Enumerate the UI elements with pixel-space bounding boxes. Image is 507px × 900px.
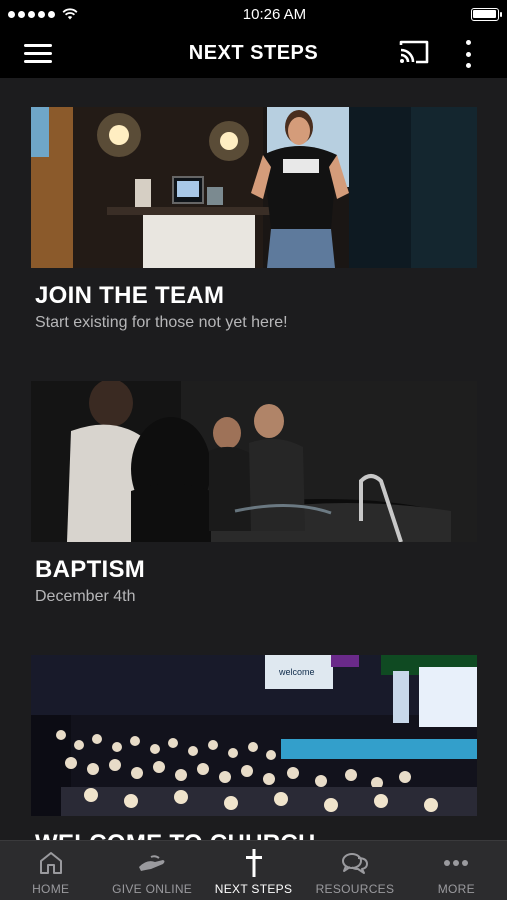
give-hand-icon: [139, 855, 165, 871]
card-title: JOIN THE TEAM: [35, 282, 225, 309]
wifi-icon: [62, 8, 78, 20]
baptism-photo: [31, 381, 477, 542]
page-title: NEXT STEPS: [188, 41, 319, 64]
tab-label: NEXT STEPS: [214, 882, 293, 896]
tab-label: MORE: [437, 882, 475, 896]
status-bar: 10:26 AM: [0, 0, 507, 28]
tab-next-steps[interactable]: NEXT STEPS: [203, 841, 304, 900]
welcome-event-photo: welcome: [31, 655, 477, 816]
top-navigation-bar: NEXT STEPS: [0, 28, 507, 78]
next-steps-list: JOIN THE TEAM Start existing for those n…: [0, 78, 507, 840]
welcome-screen-text: welcome: [278, 667, 315, 677]
more-dots-icon: [444, 860, 469, 866]
home-icon: [39, 852, 62, 874]
bottom-tab-bar: HOME GIVE ONLINE NEXT STEPS RESOURCES MO…: [0, 840, 507, 900]
card-welcome-to-church[interactable]: welcome: [31, 655, 477, 840]
cast-icon[interactable]: [398, 38, 430, 66]
status-time: 10:26 AM: [242, 5, 307, 23]
overflow-menu-icon[interactable]: [458, 40, 478, 68]
tab-give-online[interactable]: GIVE ONLINE: [101, 841, 202, 900]
card-baptism[interactable]: BAPTISM December 4th: [31, 381, 477, 606]
tab-label: HOME: [32, 882, 70, 896]
signal-strength-icon: [8, 8, 78, 20]
card-subtitle: Start existing for those not yet here!: [35, 314, 288, 331]
card-title: BAPTISM: [35, 556, 146, 583]
card-join-the-team[interactable]: JOIN THE TEAM Start existing for those n…: [31, 107, 477, 332]
battery-icon: [470, 7, 502, 21]
card-subtitle: December 4th: [35, 588, 136, 605]
chat-bubbles-icon: [341, 853, 368, 874]
tab-label: RESOURCES: [315, 882, 395, 896]
tab-label: GIVE ONLINE: [112, 882, 193, 896]
tab-resources[interactable]: RESOURCES: [304, 841, 405, 900]
hamburger-menu-icon[interactable]: [24, 41, 52, 65]
tab-more[interactable]: MORE: [406, 841, 507, 900]
cross-icon: [245, 849, 262, 877]
join-the-team-photo: [31, 107, 477, 268]
tab-home[interactable]: HOME: [0, 841, 101, 900]
card-title: WELCOME TO CHURCH: [31, 830, 477, 840]
